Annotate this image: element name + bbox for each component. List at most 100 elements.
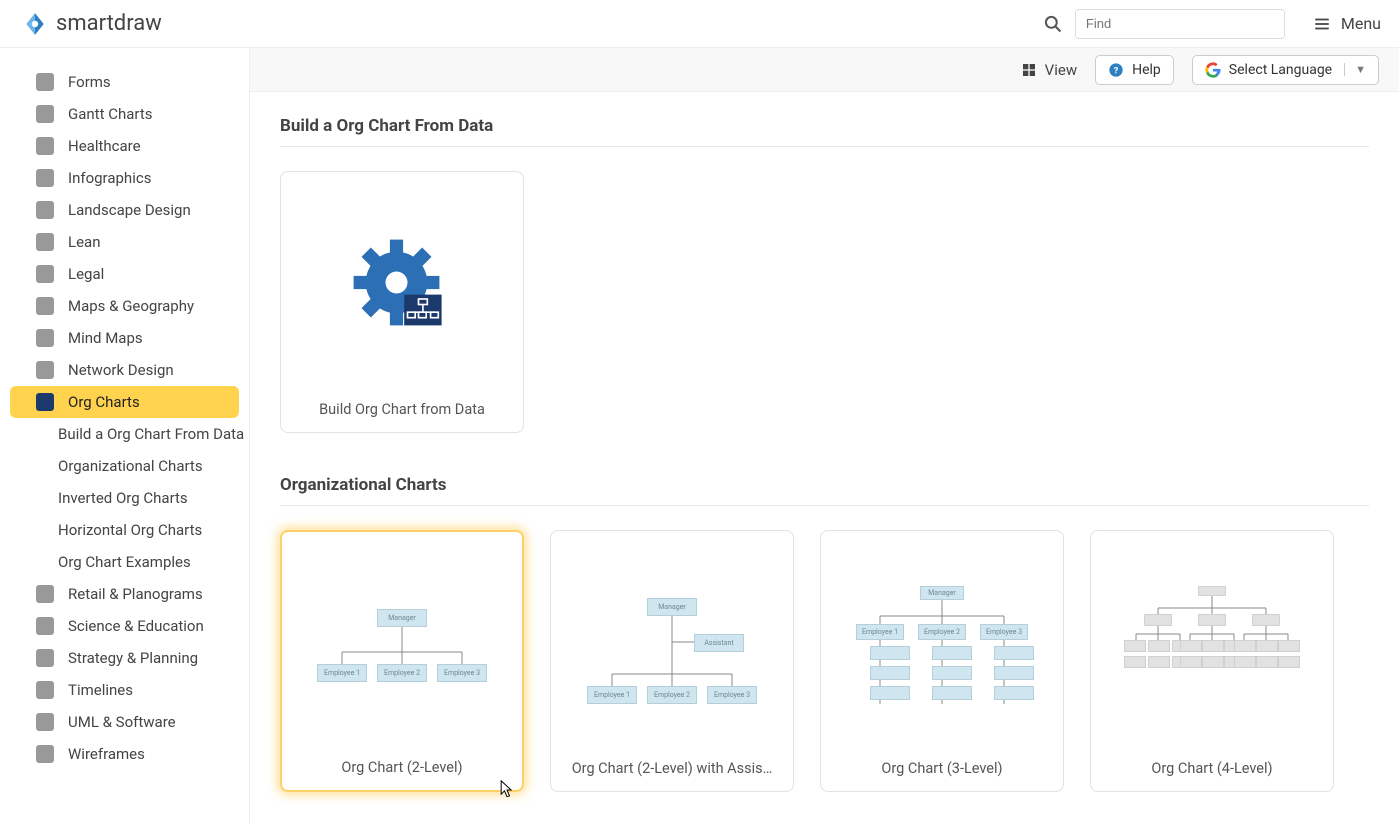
hamburger-icon: [1313, 15, 1331, 33]
sidebar-sub-organizational-charts[interactable]: Organizational Charts: [0, 450, 249, 482]
search-icon[interactable]: [1043, 14, 1063, 34]
template-card[interactable]: ManagerEmployee 1Employee 2Employee 3 Org…: [820, 530, 1064, 792]
category-icon: [36, 681, 54, 699]
category-icon: [36, 617, 54, 635]
help-icon: ?: [1108, 62, 1124, 78]
sidebar-item-label: Org Charts: [68, 393, 140, 411]
category-icon: [36, 265, 54, 283]
main: View ? Help Select Language ▼ Build a Or…: [250, 48, 1399, 823]
sidebar-item-label: UML & Software: [68, 713, 176, 731]
sidebar-item-legal[interactable]: Legal: [10, 258, 239, 290]
content: Build a Org Chart From Data Build Org Cha…: [250, 92, 1399, 823]
sidebar-item-lean[interactable]: Lean: [10, 226, 239, 258]
menu-label: Menu: [1341, 14, 1381, 33]
toolbar: View ? Help Select Language ▼: [250, 48, 1399, 92]
category-icon: [36, 585, 54, 603]
sidebar-item-label: Maps & Geography: [68, 297, 194, 315]
category-icon: [36, 73, 54, 91]
sidebar-item-label: Retail & Planograms: [68, 585, 203, 603]
card-row: Build Org Chart from Data: [280, 171, 1369, 433]
sidebar-item-label: Forms: [68, 73, 111, 91]
sidebar-item-maps-geography[interactable]: Maps & Geography: [10, 290, 239, 322]
select-language-button[interactable]: Select Language ▼: [1192, 55, 1379, 85]
card-caption: Org Chart (4-Level): [1105, 760, 1319, 777]
sidebar-item-label: Wireframes: [68, 745, 145, 763]
card-caption: Org Chart (2-Level) with Assis…: [565, 760, 779, 777]
menu-button[interactable]: Menu: [1313, 14, 1381, 33]
section-title: Organizational Charts: [280, 469, 1369, 506]
sidebar-item-network-design[interactable]: Network Design: [10, 354, 239, 386]
sidebar-item-science-education[interactable]: Science & Education: [10, 610, 239, 642]
category-icon: [36, 393, 54, 411]
sidebar-item-retail-planograms[interactable]: Retail & Planograms: [10, 578, 239, 610]
template-card[interactable]: Org Chart (4-Level): [1090, 530, 1334, 792]
svg-text:?: ?: [1114, 65, 1119, 76]
help-label: Help: [1132, 62, 1161, 78]
grid-icon: [1021, 62, 1037, 78]
brand-logo[interactable]: smartdraw: [22, 11, 162, 37]
card-caption: Org Chart (2-Level): [296, 759, 508, 776]
sidebar-sub-build-a-org-chart-from-data[interactable]: Build a Org Chart From Data: [0, 418, 249, 450]
sidebar-item-org-charts[interactable]: Org Charts: [10, 386, 239, 418]
card-row: ManagerEmployee 1Employee 2Employee 3 Org…: [280, 530, 1369, 792]
sidebar-sub-inverted-org-charts[interactable]: Inverted Org Charts: [0, 482, 249, 514]
help-button[interactable]: ? Help: [1095, 55, 1174, 85]
language-label: Select Language: [1229, 62, 1332, 78]
template-card[interactable]: Build Org Chart from Data: [280, 171, 524, 433]
sidebar-item-label: Legal: [68, 265, 104, 283]
sidebar-item-label: Network Design: [68, 361, 174, 379]
category-icon: [36, 745, 54, 763]
template-card[interactable]: ManagerAssistantEmployee 1Employee 2Empl…: [550, 530, 794, 792]
smartdraw-logo-icon: [22, 11, 48, 37]
card-preview: ManagerEmployee 1Employee 2Employee 3: [296, 546, 508, 751]
card-preview: ManagerEmployee 1Employee 2Employee 3: [835, 545, 1049, 752]
card-preview: [1105, 545, 1319, 752]
sidebar-item-timelines[interactable]: Timelines: [10, 674, 239, 706]
sidebar-item-landscape-design[interactable]: Landscape Design: [10, 194, 239, 226]
category-icon: [36, 361, 54, 379]
search-input[interactable]: [1075, 9, 1285, 39]
google-icon: [1205, 62, 1221, 78]
card-preview: [295, 186, 509, 393]
category-icon: [36, 329, 54, 347]
sidebar-item-forms[interactable]: Forms: [10, 66, 239, 98]
category-icon: [36, 137, 54, 155]
view-label: View: [1045, 61, 1077, 79]
section-title: Build a Org Chart From Data: [280, 110, 1369, 147]
sidebar-item-strategy-planning[interactable]: Strategy & Planning: [10, 642, 239, 674]
sidebar-item-mind-maps[interactable]: Mind Maps: [10, 322, 239, 354]
cursor-icon: [500, 780, 514, 800]
card-preview: ManagerAssistantEmployee 1Employee 2Empl…: [565, 545, 779, 752]
chevron-down-icon: ▼: [1344, 63, 1366, 76]
sidebar-item-infographics[interactable]: Infographics: [10, 162, 239, 194]
category-icon: [36, 105, 54, 123]
topbar: smartdraw Menu: [0, 0, 1399, 48]
card-caption: Org Chart (3-Level): [835, 760, 1049, 777]
sidebar-sub-org-chart-examples[interactable]: Org Chart Examples: [0, 546, 249, 578]
search: [1043, 9, 1285, 39]
category-icon: [36, 233, 54, 251]
sidebar-item-label: Gantt Charts: [68, 105, 152, 123]
category-icon: [36, 713, 54, 731]
gear-icon: [347, 233, 457, 347]
category-icon: [36, 201, 54, 219]
sidebar-item-healthcare[interactable]: Healthcare: [10, 130, 239, 162]
sidebar-item-label: Lean: [68, 233, 100, 251]
sidebar-item-label: Strategy & Planning: [68, 649, 198, 667]
sidebar: Forms Gantt Charts Healthcare Infographics L…: [0, 48, 250, 823]
sidebar-item-label: Landscape Design: [68, 201, 191, 219]
sidebar-item-gantt-charts[interactable]: Gantt Charts: [10, 98, 239, 130]
sidebar-item-wireframes[interactable]: Wireframes: [10, 738, 239, 770]
template-card[interactable]: ManagerEmployee 1Employee 2Employee 3 Org…: [280, 530, 524, 792]
sidebar-item-label: Science & Education: [68, 617, 204, 635]
view-button[interactable]: View: [1021, 61, 1077, 79]
brand-name: smartdraw: [56, 11, 162, 36]
category-icon: [36, 297, 54, 315]
sidebar-item-label: Infographics: [68, 169, 151, 187]
category-icon: [36, 649, 54, 667]
sidebar-sub-horizontal-org-charts[interactable]: Horizontal Org Charts: [0, 514, 249, 546]
sidebar-item-label: Healthcare: [68, 137, 141, 155]
sidebar-item-uml-software[interactable]: UML & Software: [10, 706, 239, 738]
category-icon: [36, 169, 54, 187]
sidebar-item-label: Mind Maps: [68, 329, 143, 347]
